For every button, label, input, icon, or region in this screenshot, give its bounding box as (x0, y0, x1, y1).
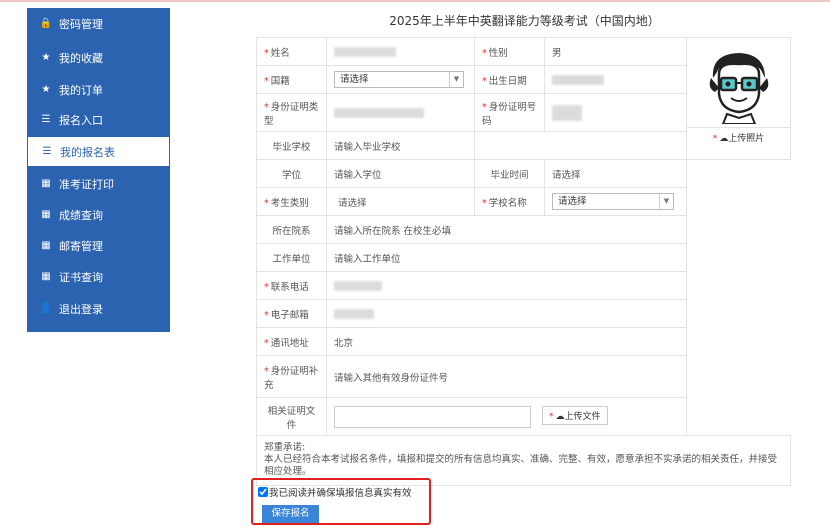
grid-icon: ▦ (41, 209, 51, 220)
lock-icon: 🔒 (39, 18, 53, 29)
sidebar-item[interactable]: ★ 我的收藏 (27, 42, 170, 73)
email-label: * 电子邮箱 (256, 299, 327, 328)
school-input[interactable]: 请输入毕业学校 (326, 131, 475, 160)
idsupp-label: * 身份证明补充 (256, 355, 327, 398)
file-path-input[interactable] (334, 405, 531, 428)
dept-input[interactable]: 请输入所在院系 在校生必填 (326, 215, 687, 244)
grid-icon: ▦ (41, 240, 51, 251)
sidebar-item[interactable]: ☰ 我的报名表 (27, 136, 170, 167)
avatar-photo-icon (709, 53, 768, 125)
degree-input[interactable]: 请输入学位 (326, 159, 475, 188)
sidebar-item-label: 密码管理 (59, 17, 103, 31)
notice-text: 本人已经符合本考试报名条件，填报和提交的所有信息均真实、准确、完整、有效，愿意承… (264, 454, 778, 477)
phone-value[interactable] (326, 271, 687, 300)
sidebar-item[interactable]: ▦ 证书查询 (27, 261, 170, 292)
sidebar-item[interactable]: 🔒 密码管理 (27, 8, 170, 39)
highlight-box (251, 478, 431, 525)
grid-icon: ▦ (41, 271, 51, 282)
schoolname-select[interactable]: 请选择 ▼ (552, 193, 674, 210)
sidebar-item[interactable]: ▦ 邮寄管理 (27, 230, 170, 261)
schoolname-label: * 学校名称 (474, 187, 545, 216)
gradtime-label: 毕业时间 (474, 159, 545, 188)
sidebar-item-label: 邮寄管理 (59, 239, 103, 253)
sidebar-item-label: 我的订单 (59, 83, 103, 97)
name-value[interactable] (326, 37, 475, 66)
sidebar-item[interactable]: 👤 退出登录 (27, 293, 170, 324)
sidebar-item[interactable]: ▦ 准考证打印 (27, 168, 170, 199)
photo-cell: * ☁上传照片 (686, 37, 791, 160)
sidebar-item-label: 退出登录 (59, 302, 103, 316)
nationality-select[interactable]: 请选择 ▼ (334, 71, 464, 88)
chevron-down-icon: ▼ (659, 194, 673, 209)
idnumber-label: * 身份证明号码 (474, 93, 545, 132)
cloud-upload-icon: ☁ (555, 412, 565, 422)
category-select[interactable]: 请选择 (326, 187, 475, 216)
user-icon: 👤 (39, 303, 53, 314)
upload-file-button[interactable]: * ☁上传文件 (542, 406, 608, 425)
sidebar-item-label: 成绩查询 (59, 208, 103, 222)
category-label: * 考生类别 (256, 187, 327, 216)
sidebar: 🔒 密码管理 ★ 我的收藏 ★ 我的订单 ☰ 报名入口 ☰ 我的报名表 ▦ 准考证打印 ▦ 成绩查询 ▦ 邮寄… (27, 8, 170, 332)
star-icon: ★ (41, 84, 51, 95)
address-label: * 通讯地址 (256, 327, 327, 356)
sidebar-item[interactable]: ☰ 报名入口 (27, 104, 170, 135)
idtype-value[interactable] (326, 93, 475, 132)
address-value[interactable]: 北京 (326, 327, 687, 356)
star-icon: ★ (41, 52, 51, 63)
registration-form: * 姓名 * 性别 男 * ☁上传照片 * 国籍 请选择 ▼ * 出生日期 * … (256, 37, 791, 486)
birthdate-label: * 出生日期 (474, 65, 545, 94)
idtype-label: * 身份证明类型 (256, 93, 327, 132)
birthdate-value[interactable] (544, 65, 687, 94)
school-label: 毕业学校 (256, 131, 327, 160)
work-input[interactable]: 请输入工作单位 (326, 243, 687, 272)
phone-label: * 联系电话 (256, 271, 327, 300)
upload-photo-button[interactable]: * ☁上传照片 (712, 131, 765, 144)
work-label: 工作单位 (256, 243, 327, 272)
idnumber-value[interactable] (544, 93, 687, 132)
gender-value[interactable]: 男 (544, 37, 687, 66)
sidebar-item-label: 证书查询 (59, 270, 103, 284)
list-icon: ☰ (42, 146, 52, 157)
nationality-label: * 国籍 (256, 65, 327, 94)
name-label: * 姓名 (256, 37, 327, 66)
list-icon: ☰ (41, 114, 51, 125)
idsupp-input[interactable]: 请输入其他有效身份证件号 (326, 355, 687, 398)
notice-title: 郑重承诺: (264, 442, 306, 453)
sidebar-item[interactable]: ▦ 成绩查询 (27, 199, 170, 230)
sidebar-item[interactable]: ★ 我的订单 (27, 74, 170, 105)
dept-label: 所在院系 (256, 215, 327, 244)
page-title: 2025年上半年中英翻译能力等级考试（中国内地） (389, 14, 660, 28)
top-accent-line (0, 0, 830, 2)
grid-icon: ▦ (41, 178, 51, 189)
sidebar-item-label: 我的报名表 (60, 145, 115, 159)
sidebar-item-label: 报名入口 (59, 113, 103, 127)
docs-label: 相关证明文件 (256, 397, 327, 436)
degree-label: 学位 (256, 159, 327, 188)
cloud-upload-icon: ☁ (719, 134, 729, 144)
sidebar-item-label: 准考证打印 (59, 177, 114, 191)
chevron-down-icon: ▼ (449, 72, 463, 87)
gender-label: * 性别 (474, 37, 545, 66)
gradtime-input[interactable]: 请选择 (544, 159, 687, 188)
sidebar-item-label: 我的收藏 (59, 51, 103, 65)
email-value[interactable] (326, 299, 687, 328)
